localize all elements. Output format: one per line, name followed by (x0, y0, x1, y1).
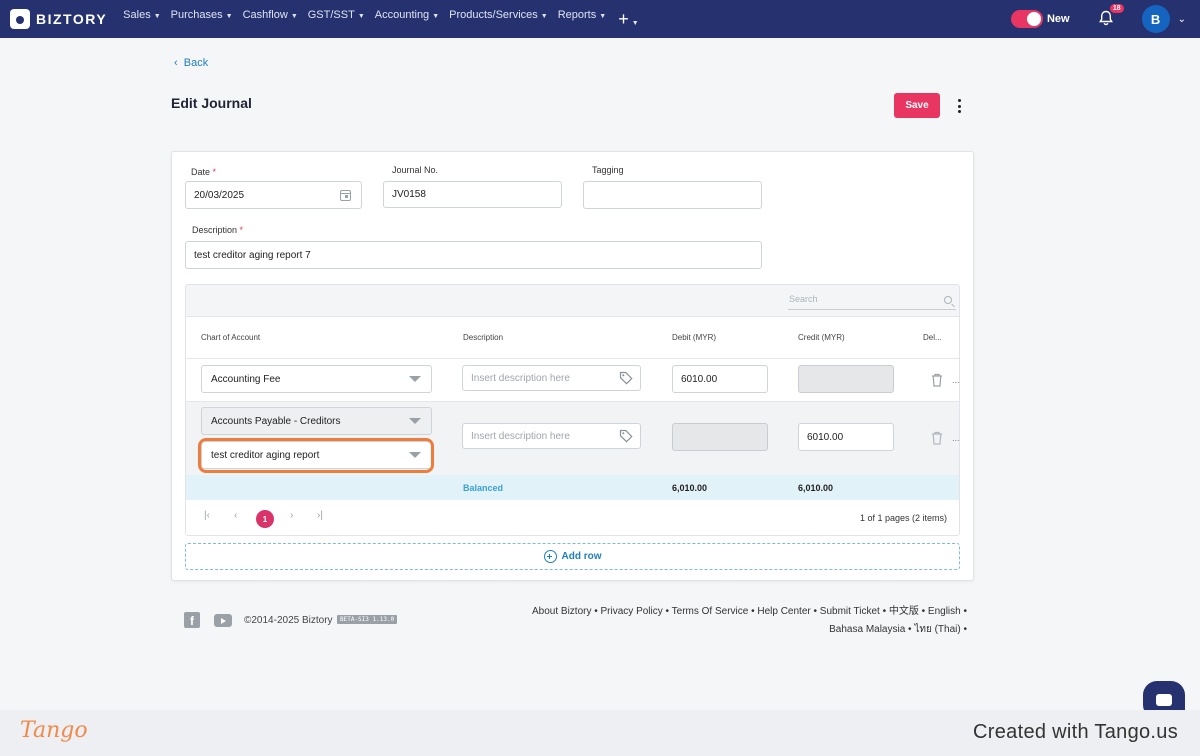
more-options-icon[interactable] (952, 99, 966, 113)
brand-name: BIZTORY (36, 11, 108, 27)
column-header-debit: Debit (MYR) (672, 333, 717, 342)
column-header-delete: Del... (923, 333, 942, 342)
page-info: 1 of 1 pages (2 items) (859, 513, 947, 523)
new-ui-toggle[interactable] (1010, 10, 1043, 28)
description-field[interactable]: test creditor aging report 7 (185, 241, 762, 269)
menu-reports[interactable]: Reports ▼ (558, 9, 606, 30)
totals-row: Balanced 6,010.00 6,010.00 (186, 475, 959, 500)
column-header-description: Description (463, 333, 504, 342)
row1-debit-input[interactable]: 6010.00 (672, 365, 768, 393)
journal-form-card: Date * 20/03/2025 Journal No. JV0158 Tag… (171, 151, 974, 581)
notifications-button[interactable]: 18 (1098, 4, 1124, 28)
main-menu: Sales ▼ Purchases ▼ Cashflow ▼ GST/SST ▼ Acc… (123, 9, 648, 30)
search-icon (944, 296, 952, 304)
version-badge: BETA-SI3 1.13.0 (337, 615, 398, 624)
chevron-left-icon: ‹ (174, 57, 178, 69)
last-page-icon[interactable]: ›| (317, 510, 323, 521)
row2-credit-input[interactable]: 6010.00 (798, 423, 894, 451)
date-field[interactable]: 20/03/2025 (185, 181, 362, 209)
top-navbar: BIZTORY Sales ▼ Purchases ▼ Cashflow ▼ GST/… (0, 0, 1200, 38)
user-avatar[interactable]: B (1141, 5, 1170, 33)
tag-icon[interactable] (619, 371, 633, 385)
trash-icon[interactable] (931, 373, 943, 387)
tutorial-highlight (198, 438, 434, 473)
row1-credit-input (798, 365, 894, 393)
journal-no-field[interactable]: JV0158 (383, 181, 562, 208)
nav-right: New 18 B ⌄ (1010, 0, 1186, 38)
search-input[interactable]: Search (788, 291, 956, 310)
tango-credit: Created with Tango.us (973, 721, 1178, 743)
notification-count-badge: 18 (1109, 4, 1124, 13)
tagging-field[interactable] (583, 181, 762, 209)
dropdown-arrow-icon (409, 376, 421, 382)
total-debit: 6,010.00 (672, 483, 708, 493)
row1-account-select[interactable]: Accounting Fee (201, 365, 432, 393)
menu-purchases[interactable]: Purchases ▼ (171, 9, 233, 30)
back-link[interactable]: ‹ Back (174, 57, 208, 69)
trash-icon[interactable] (931, 431, 943, 445)
row2-more-icon[interactable]: ... (952, 433, 959, 443)
row1-more-icon[interactable]: ... (952, 375, 959, 385)
chat-icon (1156, 694, 1172, 706)
biztory-logo-icon (10, 9, 30, 29)
add-circle-icon (543, 550, 557, 563)
copyright-text: ©2014-2025 Biztory (244, 615, 333, 626)
facebook-icon[interactable]: f (184, 612, 200, 628)
page-title: Edit Journal (171, 95, 252, 111)
menu-cashflow[interactable]: Cashflow ▼ (243, 9, 298, 30)
first-page-icon[interactable]: |‹ (204, 510, 210, 521)
youtube-icon[interactable] (214, 614, 232, 627)
add-row-button[interactable]: Add row (185, 543, 960, 570)
menu-gst-sst[interactable]: GST/SST ▼ (308, 9, 365, 30)
table-toolbar: Search (186, 285, 959, 317)
date-label: Date * (191, 167, 217, 177)
bell-icon (1098, 10, 1113, 26)
column-header-credit: Credit (MYR) (798, 333, 845, 342)
previous-page-icon[interactable]: ‹ (234, 510, 237, 521)
menu-products-services[interactable]: Products/Services ▼ (449, 9, 548, 30)
next-page-icon[interactable]: › (290, 510, 293, 521)
column-header-chart-of-account: Chart of Account (201, 333, 261, 342)
balanced-status: Balanced (463, 483, 504, 493)
page-1-button[interactable]: 1 (256, 510, 274, 528)
row2-debit-input (672, 423, 768, 451)
tagging-label: Tagging (592, 165, 624, 175)
journal-entries-table: Search Chart of Account Description Debi… (185, 284, 960, 536)
row2-account-select[interactable]: Accounts Payable - Creditors (201, 407, 432, 435)
tango-footer-bar: Tango Created with Tango.us (0, 710, 1200, 756)
row1-description-input[interactable]: Insert description here (462, 365, 641, 391)
plus-icon: + (618, 8, 629, 29)
footer-links[interactable]: About Biztory • Privacy Policy • Terms O… (500, 603, 967, 639)
save-button[interactable]: Save (894, 93, 940, 118)
total-credit: 6,010.00 (798, 483, 834, 493)
header-divider (186, 358, 959, 359)
new-ui-label: New (1046, 13, 1070, 25)
calendar-icon[interactable] (340, 190, 351, 201)
brand-logo[interactable]: BIZTORY (10, 9, 107, 29)
quick-add-menu[interactable]: + ▼ (616, 9, 638, 30)
tag-icon[interactable] (619, 429, 633, 443)
description-label: Description * (192, 225, 244, 235)
tango-logo: Tango (20, 718, 88, 743)
journal-no-label: Journal No. (392, 165, 439, 175)
row2-description-input[interactable]: Insert description here (462, 423, 641, 449)
menu-sales[interactable]: Sales ▼ (123, 9, 160, 30)
dropdown-arrow-icon (409, 418, 421, 424)
chevron-down-icon[interactable]: ⌄ (1178, 14, 1186, 25)
menu-accounting[interactable]: Accounting ▼ (375, 9, 439, 30)
